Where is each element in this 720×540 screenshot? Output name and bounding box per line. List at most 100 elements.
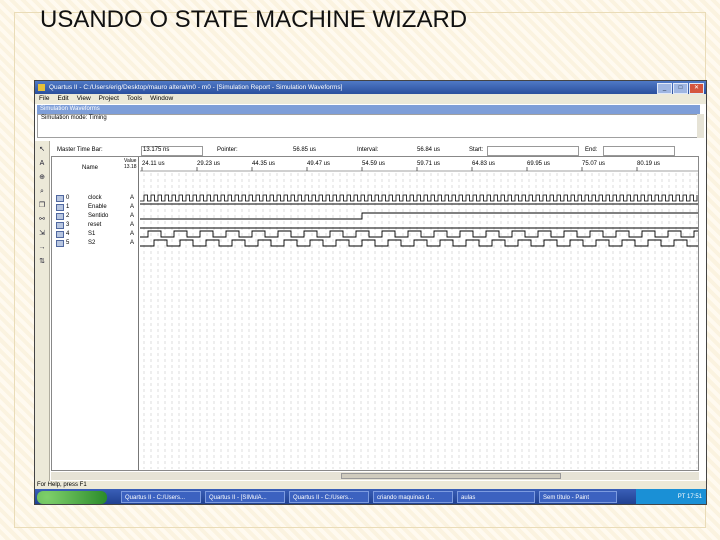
windows-taskbar: Quartus II - C:/Users... Quartus II - [S… bbox=[35, 489, 706, 504]
snap-icon[interactable]: ⇲ bbox=[37, 229, 47, 239]
status-text: For Help, press F1 bbox=[37, 482, 87, 488]
horizontal-scrollbar[interactable] bbox=[51, 472, 699, 480]
input-pin-icon bbox=[56, 204, 64, 211]
time-bar: Master Time Bar: 13.175 ns Pointer: 56.8… bbox=[51, 145, 701, 156]
menu-bar: File Edit View Project Tools Window bbox=[35, 94, 706, 104]
waveform-display[interactable]: 24.11 us 29.23 us 44.35 us 49.47 us 54.59 us… bbox=[140, 157, 698, 470]
pointer-value: 56.85 us bbox=[293, 147, 317, 153]
menu-window[interactable]: Window bbox=[150, 94, 173, 104]
time-ruler-label: 69.95 us bbox=[527, 161, 550, 167]
taskbar-item[interactable]: aulas bbox=[457, 491, 535, 503]
input-pin-icon bbox=[56, 213, 64, 220]
status-bar: For Help, press F1 bbox=[35, 481, 706, 489]
slide-title: USANDO O STATE MACHINE WIZARD bbox=[40, 6, 468, 33]
signal-value: A bbox=[130, 195, 135, 201]
menu-file[interactable]: File bbox=[39, 94, 49, 104]
start-field[interactable] bbox=[487, 146, 579, 156]
signal-name: clock bbox=[88, 195, 102, 201]
menu-view[interactable]: View bbox=[77, 94, 91, 104]
signal-value: A bbox=[130, 213, 135, 219]
simulation-mode-label: Simulation mode: Timing bbox=[41, 115, 107, 121]
time-ruler-label: 49.47 us bbox=[307, 161, 330, 167]
time-ruler-label: 59.71 us bbox=[417, 161, 440, 167]
signal-index: 1 bbox=[66, 204, 70, 210]
menu-project[interactable]: Project bbox=[99, 94, 119, 104]
signal-name: Enable bbox=[88, 204, 107, 210]
input-pin-icon bbox=[56, 222, 64, 229]
waveform-clock bbox=[140, 194, 698, 202]
value-column-header: Value 13.18 bbox=[124, 158, 137, 170]
signal-index: 3 bbox=[66, 222, 70, 228]
signal-index: 4 bbox=[66, 231, 70, 237]
signal-value: A bbox=[130, 222, 135, 228]
screenshot-window: Quartus II - C:/Users/erig/Desktop/mauro… bbox=[34, 80, 707, 505]
arrow-icon[interactable]: → bbox=[37, 243, 47, 253]
taskbar-item[interactable]: criando maquinas d... bbox=[373, 491, 453, 503]
time-ruler-label: 64.83 us bbox=[472, 161, 495, 167]
taskbar-item[interactable]: Quartus II - C:/Users... bbox=[121, 491, 201, 503]
copy-icon[interactable]: ❐ bbox=[37, 201, 47, 211]
pointer-label: Pointer: bbox=[217, 147, 238, 153]
menu-tools[interactable]: Tools bbox=[127, 94, 142, 104]
tray-clock: 17:51 bbox=[686, 494, 702, 500]
quartus-app-icon bbox=[38, 84, 45, 91]
waveform-s2 bbox=[140, 239, 698, 247]
signal-index: 0 bbox=[66, 195, 70, 201]
binoculars-icon[interactable]: ⚯ bbox=[37, 215, 47, 225]
signal-row[interactable]: 2 Sentido A bbox=[52, 212, 138, 221]
signal-row[interactable]: 3 reset A bbox=[52, 221, 138, 230]
output-pin-icon bbox=[56, 231, 64, 238]
start-label: Start: bbox=[469, 147, 484, 153]
master-time-value: 13.175 ns bbox=[143, 147, 170, 153]
signal-index: 5 bbox=[66, 240, 70, 246]
signal-name: reset bbox=[88, 222, 102, 228]
system-tray: PT 17:51 bbox=[636, 489, 706, 504]
interval-label: Interval: bbox=[357, 147, 379, 153]
text-icon[interactable]: A bbox=[37, 159, 47, 169]
close-button[interactable]: ✕ bbox=[689, 83, 704, 94]
interval-value: 56.84 us bbox=[417, 147, 441, 153]
end-field[interactable] bbox=[603, 146, 675, 156]
signal-row[interactable]: 4 S1 A bbox=[52, 230, 138, 239]
menu-edit[interactable]: Edit bbox=[57, 94, 68, 104]
taskbar-item[interactable]: Quartus II - C:/Users... bbox=[289, 491, 369, 503]
waveform-editor: Name Value 13.18 0 clock A 1 Enable A 2 … bbox=[51, 156, 699, 471]
pointer-icon[interactable]: ↖ bbox=[37, 145, 47, 155]
time-ruler-label: 75.07 us bbox=[582, 161, 605, 167]
input-pin-icon bbox=[56, 195, 64, 202]
signal-name: Sentido bbox=[88, 213, 109, 219]
report-scrollbar[interactable] bbox=[697, 114, 704, 138]
signal-row[interactable]: 0 clock A bbox=[52, 194, 138, 203]
signal-value: A bbox=[130, 231, 135, 237]
taskbar-item[interactable]: Quartus II - [SIMulA... bbox=[205, 491, 285, 503]
signal-index: 2 bbox=[66, 213, 70, 219]
minimize-button[interactable]: _ bbox=[657, 83, 672, 94]
zoom-icon[interactable]: ⊕ bbox=[37, 173, 47, 183]
end-label: End: bbox=[585, 147, 598, 153]
waveform-toolbar: ↖ A ⊕ ⌕ ❐ ⚯ ⇲ → ⇅ bbox=[35, 141, 50, 481]
sort-icon[interactable]: ⇅ bbox=[37, 257, 47, 267]
signal-name: S2 bbox=[88, 240, 96, 246]
time-ruler-label: 54.59 us bbox=[362, 161, 385, 167]
maximize-button[interactable]: □ bbox=[673, 83, 688, 94]
signal-name-panel: Name Value 13.18 0 clock A 1 Enable A 2 … bbox=[52, 157, 139, 470]
master-time-label: Master Time Bar: bbox=[57, 147, 103, 153]
signal-value: A bbox=[130, 204, 135, 210]
window-title: Quartus II - C:/Users/erig/Desktop/mauro… bbox=[49, 84, 343, 91]
waveform-sentido bbox=[140, 212, 698, 220]
time-ruler-label: 80.19 us bbox=[637, 161, 660, 167]
window-titlebar: Quartus II - C:/Users/erig/Desktop/mauro… bbox=[35, 81, 706, 94]
report-title: Simulation Waveforms bbox=[37, 105, 700, 114]
waveform-canvas: 24.11 us 29.23 us 44.35 us 49.47 us 54.59 us… bbox=[140, 161, 698, 469]
simulation-mode: Simulation mode: Timing bbox=[37, 114, 700, 138]
waveform-s1 bbox=[140, 230, 698, 238]
signal-row[interactable]: 1 Enable A bbox=[52, 203, 138, 212]
signal-name: S1 bbox=[88, 231, 96, 237]
scrollbar-thumb[interactable] bbox=[341, 473, 561, 479]
search-icon[interactable]: ⌕ bbox=[37, 187, 47, 197]
start-button[interactable] bbox=[37, 491, 107, 504]
signal-row[interactable]: 5 S2 A bbox=[52, 239, 138, 248]
tray-language: PT bbox=[677, 494, 686, 500]
taskbar-item[interactable]: Sem título - Paint bbox=[539, 491, 617, 503]
window-controls: _ □ ✕ bbox=[657, 83, 704, 94]
